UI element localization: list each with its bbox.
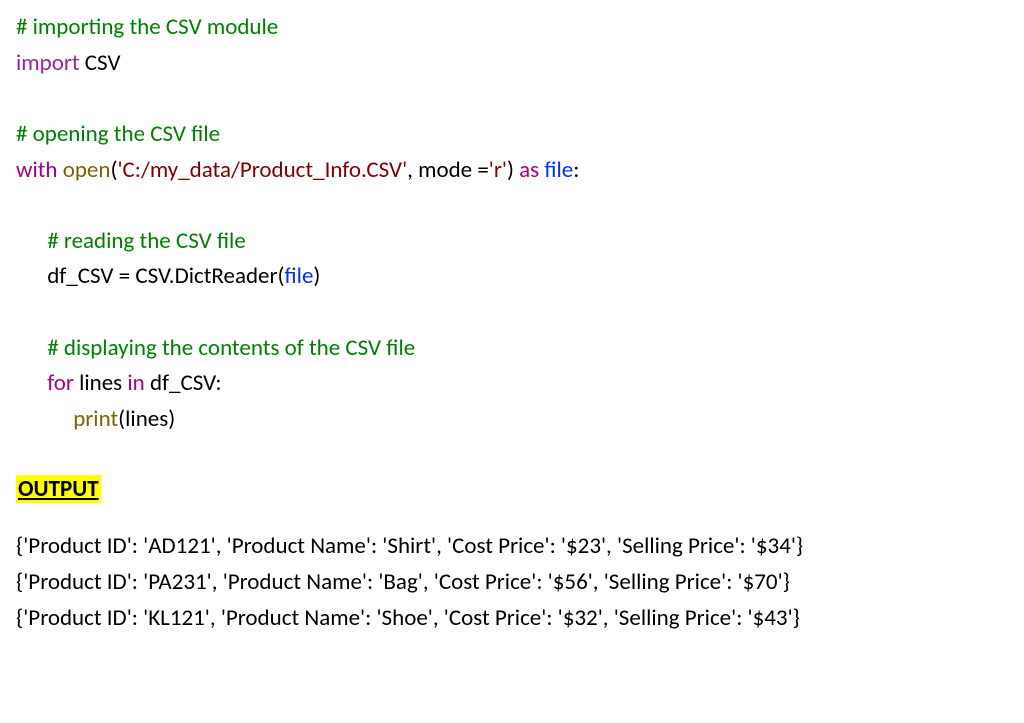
spacer <box>16 507 1008 529</box>
string-path: 'C:/my_data/Product_Info.CSV' <box>117 156 407 184</box>
comment-read: # reading the CSV file <box>47 227 246 255</box>
comment-open: # opening the CSV file <box>16 120 220 148</box>
keyword-for: for <box>47 369 74 397</box>
paren-close2: ) <box>313 262 320 290</box>
func-print: print <box>73 405 118 433</box>
output-line-3: {'Product ID': 'KL121', 'Product Name': … <box>16 604 800 632</box>
print-arg: (lines) <box>118 405 175 433</box>
keyword-as: as <box>519 156 539 184</box>
blank-line <box>16 84 21 112</box>
keyword-in: in <box>127 369 144 397</box>
indent2 <box>16 405 73 433</box>
func-open: open <box>63 156 111 184</box>
indent <box>16 369 47 397</box>
ident-file-arg: file <box>285 262 314 290</box>
code-block: # importing the CSV module import CSV # … <box>16 10 1008 438</box>
indent <box>16 262 47 290</box>
loop-iter: df_CSV: <box>145 369 222 397</box>
mode-arg: , mode = <box>407 156 489 184</box>
output-section: OUTPUT <box>16 472 1008 508</box>
comment-import: # importing the CSV module <box>16 13 278 41</box>
keyword-with: with <box>16 156 58 184</box>
module-name: CSV <box>80 49 121 77</box>
blank-line <box>16 191 21 219</box>
output-block: {'Product ID': 'AD121', 'Product Name': … <box>16 529 1008 636</box>
output-line-2: {'Product ID': 'PA231', 'Product Name': … <box>16 568 790 596</box>
string-mode: 'r' <box>489 156 507 184</box>
output-label: OUTPUT <box>16 475 101 503</box>
spacer <box>16 438 1008 472</box>
indent <box>16 334 47 362</box>
keyword-import: import <box>16 49 80 77</box>
dictreader-call: df_CSV = CSV.DictReader( <box>47 262 284 290</box>
paren-close: ) <box>507 156 519 184</box>
blank-line <box>16 298 21 326</box>
indent <box>16 227 47 255</box>
colon: : <box>573 156 579 184</box>
code-snippet-page: # importing the CSV module import CSV # … <box>0 0 1024 656</box>
loop-var: lines <box>74 369 127 397</box>
ident-file: file <box>544 156 573 184</box>
output-line-1: {'Product ID': 'AD121', 'Product Name': … <box>16 532 803 560</box>
comment-display: # displaying the contents of the CSV fil… <box>47 334 415 362</box>
